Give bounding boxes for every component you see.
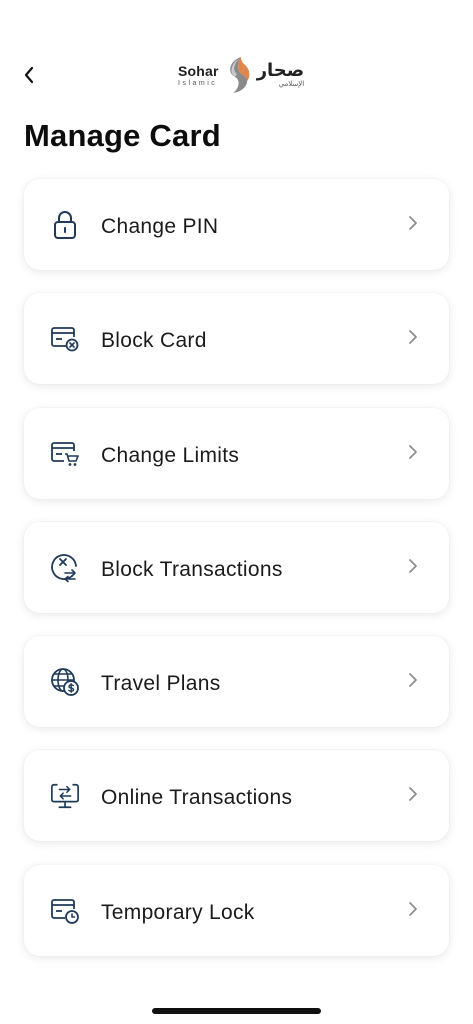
chevron-right-icon xyxy=(409,673,417,688)
block-transactions-icon xyxy=(50,552,80,584)
logo-ar-name: صحار xyxy=(256,60,305,81)
menu-item-block-card[interactable]: Block Card xyxy=(24,293,449,385)
logo-arabic: صحار الإسلامي xyxy=(257,62,305,88)
chevron-right-icon xyxy=(409,330,417,345)
header: Sohar Islamic صحار الإسلامي xyxy=(0,50,473,100)
menu-item-travel-plans[interactable]: Travel Plans xyxy=(24,636,449,728)
card-clock-icon xyxy=(50,895,80,927)
logo-en-name: Sohar xyxy=(178,62,219,79)
logo-en-sub: Islamic xyxy=(178,79,218,87)
logo-english: Sohar Islamic xyxy=(178,64,219,87)
menu-item-change-pin[interactable]: Change PIN xyxy=(24,179,449,270)
bank-logo: Sohar Islamic صحار الإسلامي xyxy=(178,54,304,96)
chevron-left-icon xyxy=(24,66,34,84)
lock-icon xyxy=(50,209,80,241)
chevron-right-icon xyxy=(409,444,417,459)
chevron-right-icon xyxy=(409,558,417,573)
menu-item-online-transactions[interactable]: Online Transactions xyxy=(24,750,449,842)
chevron-right-icon xyxy=(409,787,417,802)
menu-item-change-limits[interactable]: Change Limits xyxy=(24,407,449,499)
menu-item-label: Block Card xyxy=(101,329,207,353)
menu-item-block-transactions[interactable]: Block Transactions xyxy=(24,521,449,613)
monitor-transfer-icon xyxy=(50,780,80,812)
menu-item-label: Travel Plans xyxy=(101,672,221,696)
globe-dollar-icon xyxy=(50,666,80,698)
menu-item-temporary-lock[interactable]: Temporary Lock xyxy=(24,864,449,956)
chevron-right-icon xyxy=(409,216,417,230)
chevron-right-icon xyxy=(409,901,417,916)
menu-item-label: Block Transactions xyxy=(101,557,283,581)
menu-item-label: Change PIN xyxy=(101,215,219,238)
home-indicator[interactable] xyxy=(152,1008,321,1014)
card-cart-icon xyxy=(50,438,80,470)
card-block-icon xyxy=(50,323,80,355)
logo-mark-icon xyxy=(229,57,250,93)
manage-card-menu: Change PIN Block Card Change Limits Bloc… xyxy=(24,179,449,956)
menu-item-label: Online Transactions xyxy=(101,786,293,810)
menu-item-label: Change Limits xyxy=(101,443,240,467)
page-title: Manage Card xyxy=(24,118,221,153)
back-button[interactable] xyxy=(18,62,40,88)
menu-item-label: Temporary Lock xyxy=(101,900,255,924)
logo-ar-sub: الإسلامي xyxy=(278,80,305,88)
